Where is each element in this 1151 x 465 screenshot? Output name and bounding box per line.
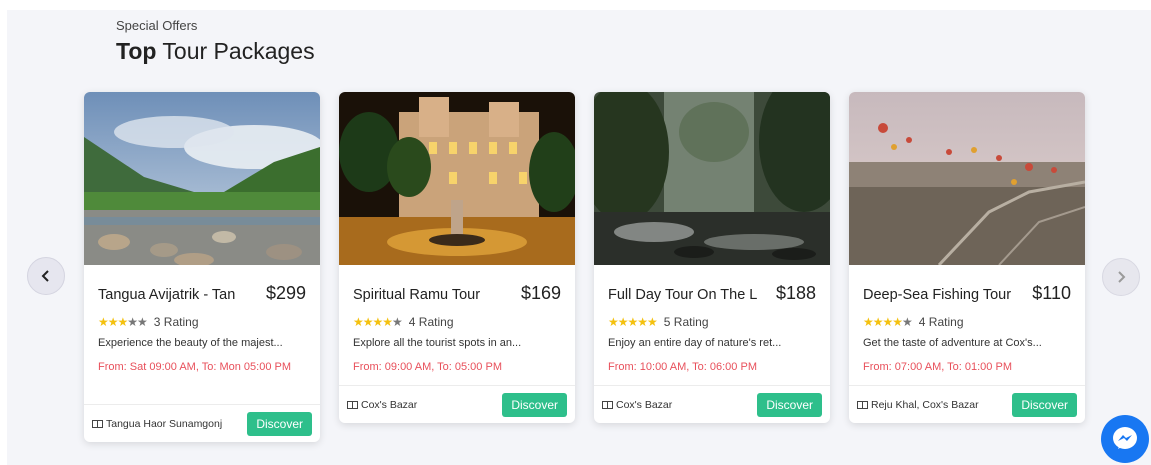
card-time: From: 10:00 AM, To: 06:00 PM bbox=[608, 361, 757, 373]
messenger-icon bbox=[1113, 427, 1137, 449]
discover-button[interactable]: Discover bbox=[1012, 392, 1077, 417]
rating-text: 4 Rating bbox=[408, 315, 454, 329]
rating-row: ★★★★★ 3 Rating bbox=[98, 313, 306, 331]
map-icon bbox=[857, 400, 868, 409]
star-rating-icon: ★★★★★ bbox=[608, 315, 658, 329]
location-text: Reju Khal, Cox's Bazar bbox=[871, 398, 979, 411]
star-rating-icon: ★★★★★ bbox=[353, 315, 403, 329]
card-image-palace[interactable] bbox=[339, 92, 575, 265]
chevron-right-icon bbox=[1118, 271, 1126, 283]
section-heading: Top Tour Packages bbox=[116, 38, 315, 65]
card-time: From: Sat 09:00 AM, To: Mon 05:00 PM bbox=[98, 361, 291, 373]
carousel-next-button[interactable] bbox=[1102, 258, 1140, 296]
rating-row: ★★★★★ 4 Rating bbox=[863, 313, 1071, 331]
card-price: $169 bbox=[520, 283, 561, 303]
star-rating-icon: ★★★★★ bbox=[863, 315, 913, 329]
chevron-left-icon bbox=[41, 270, 49, 282]
card-footer: Cox's Bazar Discover bbox=[339, 385, 575, 423]
card-title[interactable]: Tangua Avijatrik - Tan bbox=[98, 287, 248, 303]
location-text: Cox's Bazar bbox=[616, 398, 673, 411]
card-description: Experience the beauty of the majest... bbox=[98, 337, 283, 349]
card-price: $110 bbox=[1032, 283, 1071, 303]
section-eyebrow: Special Offers bbox=[116, 18, 198, 33]
rating-text: 4 Rating bbox=[918, 315, 964, 329]
card-title[interactable]: Full Day Tour On The L bbox=[608, 287, 758, 303]
card-image-forest[interactable] bbox=[594, 92, 830, 265]
discover-button[interactable]: Discover bbox=[757, 392, 822, 417]
discover-button[interactable]: Discover bbox=[502, 392, 567, 417]
heading-bold: Top bbox=[116, 38, 157, 64]
card-location: Tangua Haor Sunamgonj bbox=[92, 418, 222, 430]
discover-button[interactable]: Discover bbox=[247, 411, 312, 436]
card-location: Reju Khal, Cox's Bazar bbox=[857, 399, 979, 411]
card-price: $299 bbox=[265, 283, 306, 303]
heading-rest: Tour Packages bbox=[156, 38, 315, 64]
tour-card[interactable]: Deep-Sea Fishing Tour $110 ★★★★★ 4 Ratin… bbox=[849, 92, 1085, 423]
rating-text: 5 Rating bbox=[663, 315, 709, 329]
card-image-river[interactable] bbox=[84, 92, 320, 265]
location-text: Tangua Haor Sunamgonj bbox=[106, 417, 223, 430]
star-rating-icon: ★★★★★ bbox=[98, 315, 148, 329]
map-icon bbox=[92, 419, 103, 428]
carousel-prev-button[interactable] bbox=[27, 257, 65, 295]
rating-row: ★★★★★ 5 Rating bbox=[608, 313, 816, 331]
rating-text: 3 Rating bbox=[153, 315, 199, 329]
card-description: Get the taste of adventure at Cox's... bbox=[863, 337, 1042, 349]
map-icon bbox=[602, 400, 613, 409]
card-time: From: 07:00 AM, To: 01:00 PM bbox=[863, 361, 1012, 373]
card-description: Enjoy an entire day of nature's ret... bbox=[608, 337, 782, 349]
tour-card[interactable]: Full Day Tour On The L $188 ★★★★★ 5 Rati… bbox=[594, 92, 830, 423]
map-icon bbox=[347, 400, 358, 409]
card-footer: Tangua Haor Sunamgonj Discover bbox=[84, 404, 320, 442]
rating-row: ★★★★★ 4 Rating bbox=[353, 313, 561, 331]
card-location: Cox's Bazar bbox=[347, 399, 417, 411]
card-title[interactable]: Deep-Sea Fishing Tour bbox=[863, 287, 1013, 303]
tour-card[interactable]: Spiritual Ramu Tour $169 ★★★★★ 4 Rating … bbox=[339, 92, 575, 423]
card-title[interactable]: Spiritual Ramu Tour bbox=[353, 287, 503, 303]
card-location: Cox's Bazar bbox=[602, 399, 672, 411]
card-price: $188 bbox=[775, 283, 816, 303]
card-footer: Cox's Bazar Discover bbox=[594, 385, 830, 423]
card-image-balloons[interactable] bbox=[849, 92, 1085, 265]
card-description: Explore all the tourist spots in an... bbox=[353, 337, 522, 349]
messenger-chat-button[interactable] bbox=[1101, 415, 1149, 463]
card-footer: Reju Khal, Cox's Bazar Discover bbox=[849, 385, 1085, 423]
card-time: From: 09:00 AM, To: 05:00 PM bbox=[353, 361, 502, 373]
tour-card[interactable]: Tangua Avijatrik - Tan $299 ★★★★★ 3 Rati… bbox=[84, 92, 320, 442]
location-text: Cox's Bazar bbox=[361, 398, 418, 411]
